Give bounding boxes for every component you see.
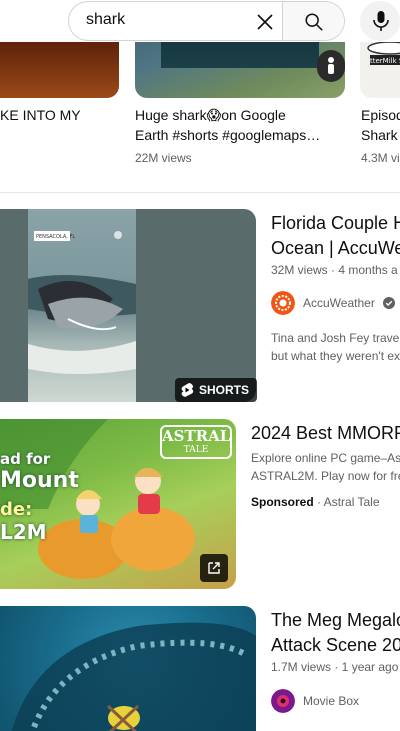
ad-description: Explore online PC game–As: [251, 451, 400, 465]
search-input[interactable]: shark: [86, 11, 125, 29]
ad-overlay-text: Mount: [0, 468, 79, 493]
channel-name[interactable]: Movie Box: [303, 694, 359, 708]
video-description: Tina and Josh Fey travel: [271, 331, 400, 345]
pegman-icon: [317, 50, 345, 82]
megalodon-scene-image: [11, 622, 256, 731]
ad-overlay-text: L2M: [0, 520, 47, 544]
short-title[interactable]: KE INTO MY: [0, 105, 81, 125]
video-description: but what they weren't ex: [271, 349, 400, 363]
close-icon: [257, 14, 273, 30]
top-bar: shark: [0, 0, 400, 42]
astral-tale-logo: ASTRAL TALE: [160, 425, 232, 459]
accuweather-avatar-icon: [271, 291, 295, 315]
video-thumbnail-1[interactable]: PENSACOLA, FL: [0, 209, 256, 402]
search-box[interactable]: shark: [68, 1, 345, 41]
external-link-button[interactable]: [200, 554, 228, 582]
short-views: 22M views: [135, 151, 192, 165]
shorts-badge-label: SHORTS: [199, 383, 250, 397]
ad-description: ASTRAL2M. Play now for fre: [251, 469, 400, 483]
video-title[interactable]: Ocean | AccuWe: [271, 236, 400, 260]
sponsored-row: Sponsored · Astral Tale: [251, 495, 380, 509]
svg-text:PENSACOLA, FL: PENSACOLA, FL: [36, 234, 75, 240]
ad-title[interactable]: 2024 Best MMORP: [251, 421, 400, 445]
verified-icon: [382, 297, 395, 309]
search-icon: [305, 13, 323, 31]
buttermilk-logo-icon: tterMilk S: [367, 41, 400, 65]
short-title[interactable]: Episod: [361, 105, 400, 125]
thumbnail-image: PENSACOLA, FL: [28, 209, 136, 402]
shorts-badge: SHORTS: [175, 378, 258, 402]
video-metadata: 1.7M views · 1 year ago: [271, 660, 399, 674]
video-title[interactable]: The Meg Megalo: [271, 608, 400, 632]
ad-overlay-text: de:: [0, 499, 33, 520]
channel-name[interactable]: AccuWeather: [303, 296, 375, 310]
moviebox-avatar-icon: [271, 689, 295, 713]
short-title[interactable]: Shark: [361, 125, 398, 145]
video-thumbnail-3[interactable]: [0, 606, 256, 731]
sponsored-label: Sponsored: [251, 495, 314, 509]
voice-search-button[interactable]: [360, 1, 400, 41]
shorts-icon: [181, 383, 194, 397]
short-title[interactable]: Huge shark😱on Google: [135, 105, 286, 125]
video-metadata: 32M views · 4 months a: [271, 263, 398, 277]
channel-row[interactable]: Movie Box: [271, 689, 359, 713]
section-divider: [0, 192, 400, 193]
advertiser-name[interactable]: · Astral Tale: [317, 495, 379, 509]
short-title[interactable]: Earth #shorts #googlemaps…: [135, 125, 320, 145]
clear-search-button[interactable]: [253, 10, 277, 34]
external-link-icon: [208, 562, 220, 574]
search-button[interactable]: [283, 2, 344, 40]
short-views: 4.3M vi: [361, 151, 400, 165]
video-title[interactable]: Attack Scene 20: [271, 633, 400, 657]
shark-boat-image: PENSACOLA, FL: [28, 231, 136, 374]
video-title[interactable]: Florida Couple H: [271, 211, 400, 235]
microphone-icon: [373, 11, 389, 31]
svg-text:tterMilk S: tterMilk S: [370, 57, 400, 65]
ad-overlay-text: ad for: [0, 450, 51, 468]
channel-row[interactable]: AccuWeather: [271, 291, 395, 315]
